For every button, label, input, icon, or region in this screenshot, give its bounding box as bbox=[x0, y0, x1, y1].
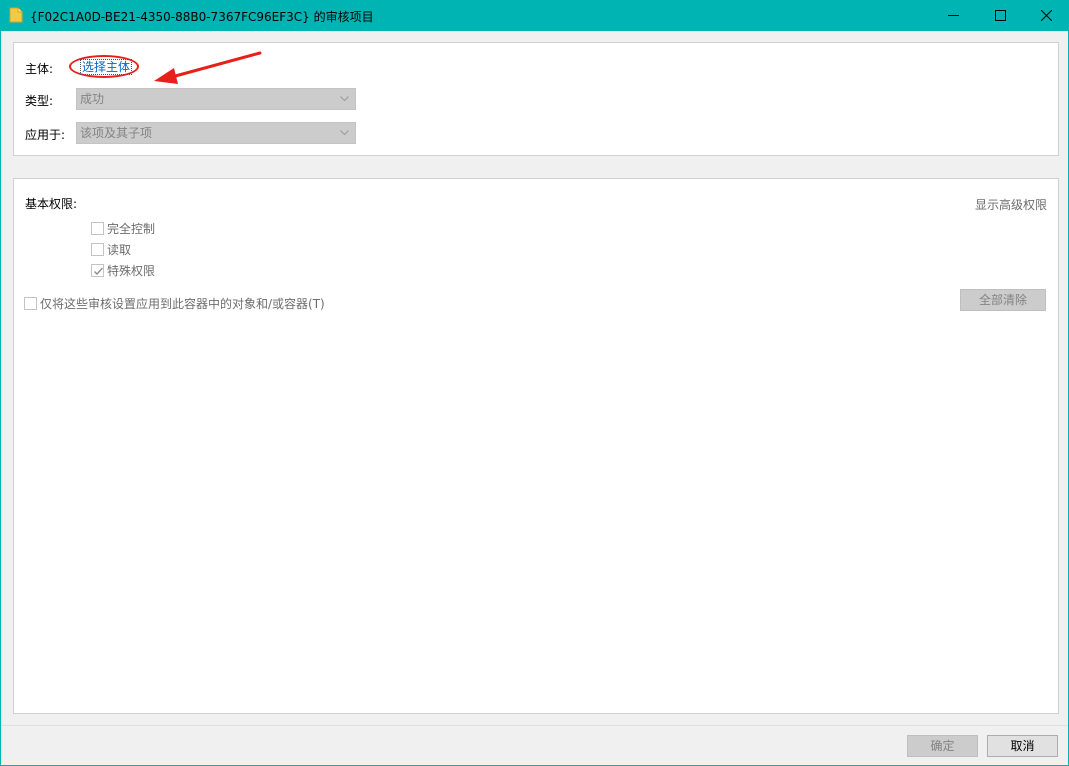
chevron-down-icon bbox=[340, 130, 349, 136]
ok-button[interactable]: 确定 bbox=[907, 735, 978, 757]
minimize-button[interactable] bbox=[930, 0, 976, 31]
permissions-panel: 基本权限: 显示高级权限 完全控制 读取 特殊权限 仅将这些审核设置应用到此容器… bbox=[13, 178, 1059, 714]
apply-only-checkbox[interactable] bbox=[24, 297, 37, 310]
principal-panel: 主体: 选择主体 类型: 成功 应用于: 该项及其子项 bbox=[13, 42, 1059, 156]
close-icon bbox=[1040, 10, 1052, 21]
applies-to-select-value: 该项及其子项 bbox=[80, 126, 153, 140]
chevron-down-icon bbox=[340, 96, 349, 102]
close-button[interactable] bbox=[1023, 0, 1069, 31]
type-select-value: 成功 bbox=[80, 92, 105, 106]
cancel-button[interactable]: 取消 bbox=[987, 735, 1058, 757]
footer-divider bbox=[1, 725, 1068, 726]
annotation-arrow-icon bbox=[154, 51, 262, 84]
apply-only-label: 仅将这些审核设置应用到此容器中的对象和/或容器(T) bbox=[40, 297, 325, 311]
show-advanced-permissions-link[interactable]: 显示高级权限 bbox=[975, 196, 1047, 213]
title-bar: {F02C1A0D-BE21-4350-88B0-7367FC96EF3C} 的… bbox=[0, 0, 1069, 31]
special-permissions-checkbox[interactable] bbox=[91, 264, 104, 277]
basic-permissions-label: 基本权限: bbox=[25, 197, 78, 211]
applies-to-label: 应用于: bbox=[25, 128, 66, 142]
type-select[interactable]: 成功 bbox=[76, 88, 356, 110]
full-control-checkbox[interactable] bbox=[91, 222, 104, 235]
principal-label: 主体: bbox=[25, 62, 54, 76]
special-permissions-label: 特殊权限 bbox=[107, 264, 156, 278]
applies-to-select[interactable]: 该项及其子项 bbox=[76, 122, 356, 144]
dialog-body: 主体: 选择主体 类型: 成功 应用于: 该项及其子项 基本权限: 显示高级权限… bbox=[0, 31, 1069, 766]
maximize-icon bbox=[994, 10, 1006, 21]
checkmark-icon bbox=[94, 267, 103, 275]
read-checkbox[interactable] bbox=[91, 243, 104, 256]
window-title: {F02C1A0D-BE21-4350-88B0-7367FC96EF3C} 的… bbox=[30, 10, 374, 24]
read-label: 读取 bbox=[107, 243, 132, 257]
maximize-button[interactable] bbox=[977, 0, 1023, 31]
full-control-label: 完全控制 bbox=[107, 222, 156, 236]
folder-icon bbox=[9, 7, 23, 23]
select-principal-link[interactable]: 选择主体 bbox=[80, 59, 133, 75]
clear-all-button[interactable]: 全部清除 bbox=[960, 289, 1046, 311]
minimize-icon bbox=[947, 15, 959, 16]
type-label: 类型: bbox=[25, 94, 54, 108]
